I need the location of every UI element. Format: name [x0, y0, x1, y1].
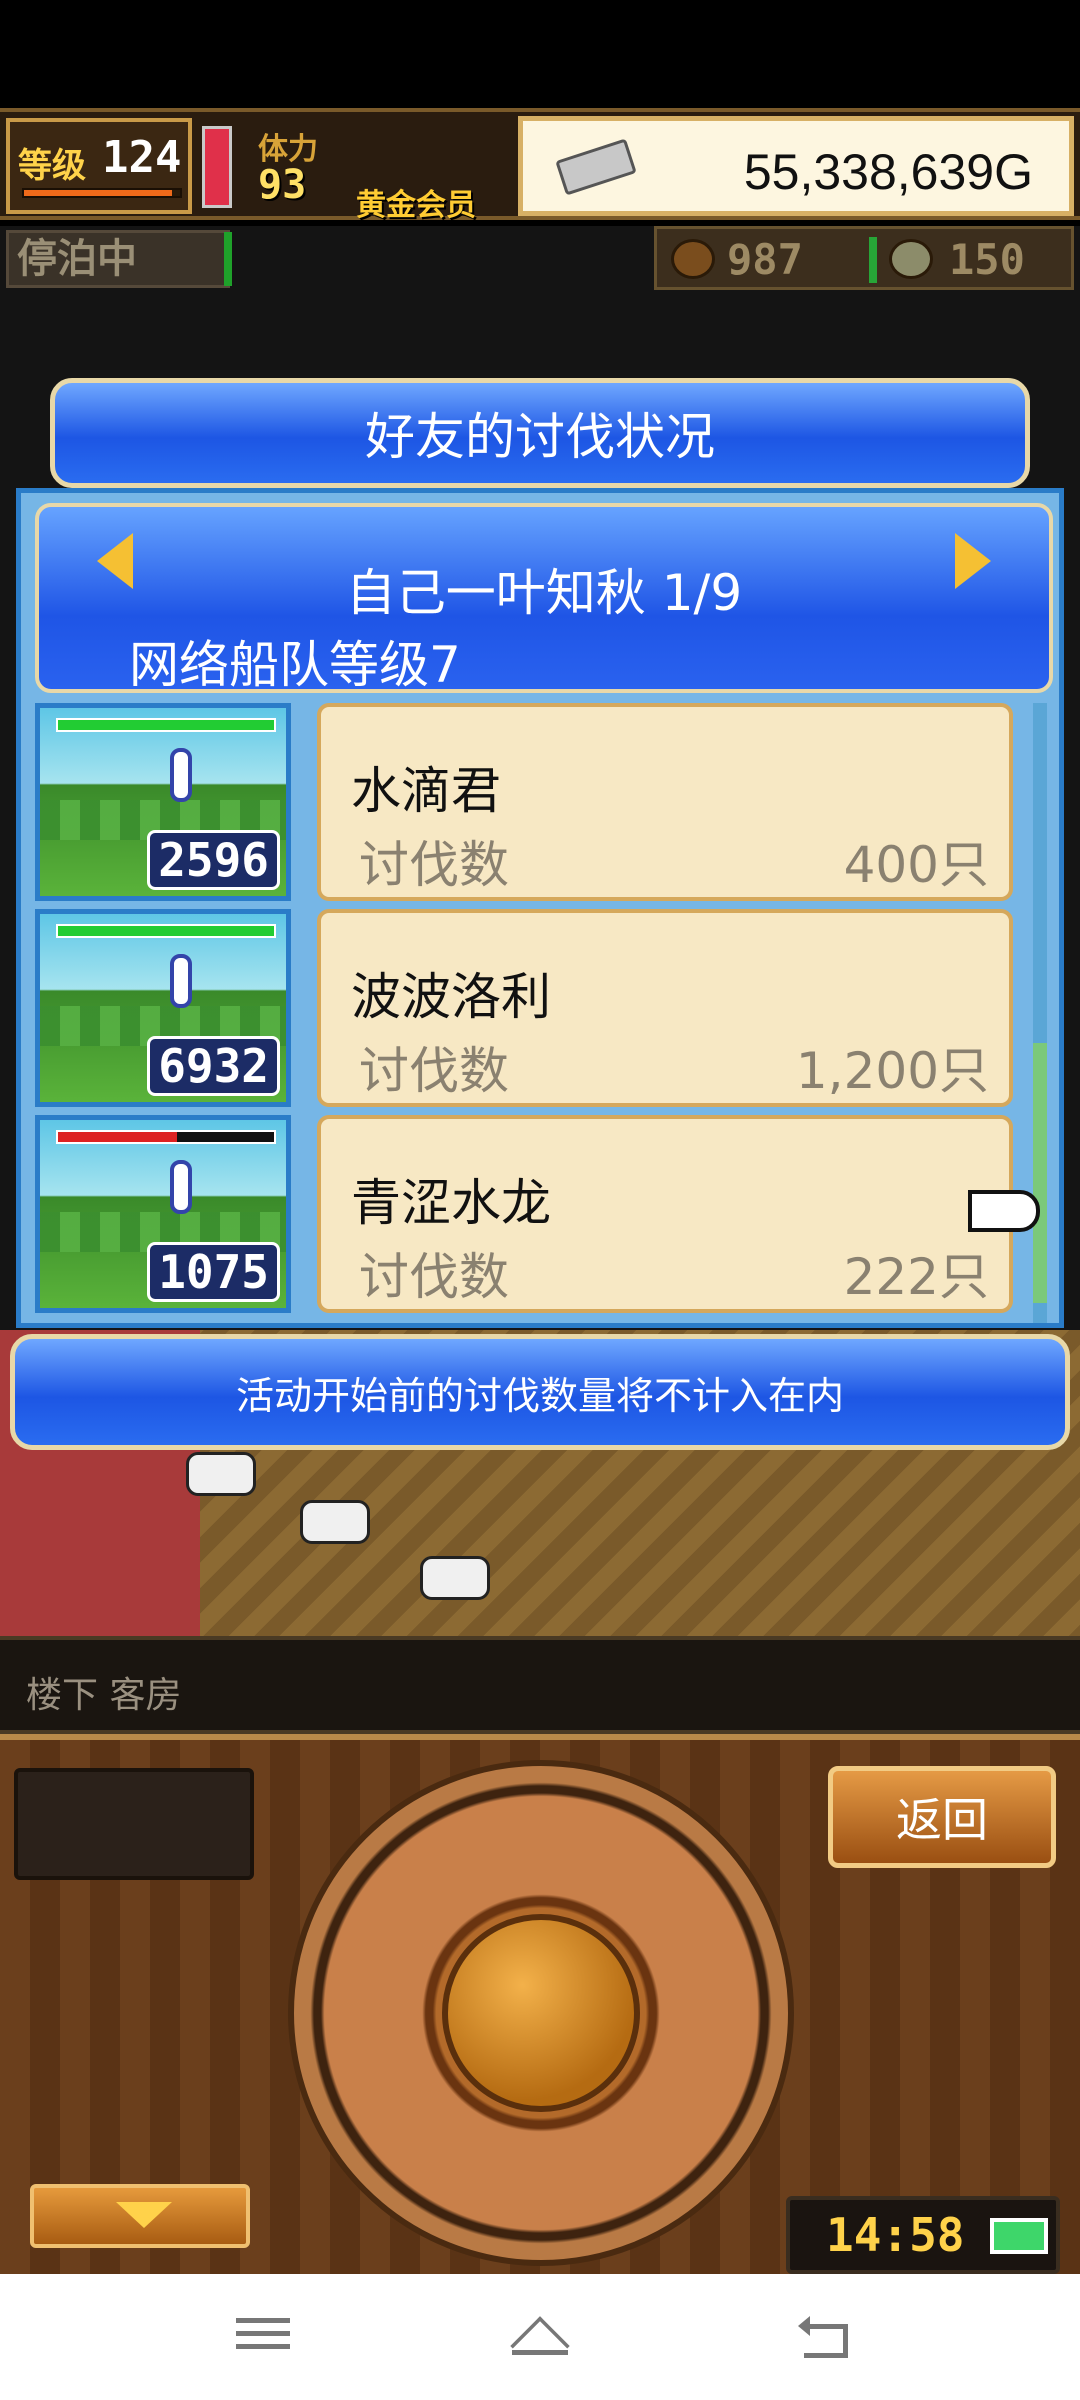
monster-card: 水滴君 讨伐数 400只 — [317, 703, 1013, 901]
dock-row: 停泊中 987 150 — [0, 226, 1080, 296]
list-item[interactable]: 1075 青涩水龙 讨伐数 222只 — [35, 1115, 1025, 1313]
resource-2-value: 150 — [949, 235, 1025, 284]
membership-badge: 黄金会员 — [356, 188, 476, 223]
hp-gauge — [202, 126, 232, 208]
exclamation-icon — [170, 954, 192, 1008]
hunt-status-panel: 自己一叶知秋 1/9 网络船队等级7 2596 水滴君 讨伐数 400只 693… — [16, 488, 1064, 1328]
menu-icon[interactable] — [236, 2310, 306, 2370]
stamina-box: 体力 93 黄金会员 — [244, 118, 512, 223]
menu-down-button[interactable] — [30, 2184, 250, 2248]
friend-name: 自己一叶知秋 1/9 — [345, 564, 743, 622]
monster-list: 2596 水滴君 讨伐数 400只 6932 波波洛利 讨伐数 1,200只 1… — [35, 703, 1025, 1323]
monster-name: 青涩水龙 — [351, 1174, 551, 1232]
monster-thumbnail: 6932 — [35, 909, 291, 1107]
monster-thumbnail: 2596 — [35, 703, 291, 901]
dock-indicator — [224, 232, 232, 286]
monster-count-badge: 2596 — [147, 830, 280, 890]
top-black-bar — [0, 0, 1080, 108]
monster-thumbnail: 1075 — [35, 1115, 291, 1313]
monster-hp-bar — [56, 924, 276, 938]
location-text: 楼下 客房 — [26, 1675, 182, 1716]
kill-count-value: 1,200只 — [795, 1042, 989, 1100]
dialog-title: 好友的讨伐状况 — [365, 408, 715, 466]
dpad-center-button[interactable] — [442, 1914, 640, 2112]
monster-count-badge: 6932 — [147, 1036, 280, 1096]
gold-box: 55,338,639G — [518, 116, 1074, 216]
clock-text: 14:58 — [826, 2208, 965, 2262]
level-value: 124 — [102, 132, 182, 183]
exp-bar-fill — [24, 190, 173, 196]
monster-hp-fill — [58, 1132, 177, 1142]
fleet-level: 网络船队等级7 — [129, 636, 461, 694]
notice-bar: 活动开始前的讨伐数量将不计入在内 — [10, 1334, 1070, 1450]
home-icon[interactable] — [504, 2310, 574, 2376]
kill-count-label: 讨伐数 — [359, 1042, 509, 1100]
cow-sprite — [300, 1500, 370, 1544]
status-hud: 等级 124 体力 93 黄金会员 55,338,639G — [0, 108, 1080, 223]
exp-bar — [22, 188, 182, 198]
monster-card: 青涩水龙 讨伐数 222只 — [317, 1115, 1013, 1313]
monster-hp-bar — [56, 718, 276, 732]
resource-box: 987 150 — [654, 226, 1074, 290]
dpad[interactable] — [288, 1760, 794, 2266]
gold-value: 55,338,639G — [743, 144, 1033, 200]
kill-count-label: 讨伐数 — [359, 836, 509, 894]
monster-hp-fill — [58, 926, 274, 936]
controller-panel: 返回 14:58 — [0, 1734, 1080, 2274]
kill-count-value: 400只 — [843, 836, 989, 894]
coin-icon — [889, 239, 933, 279]
battery-icon — [990, 2218, 1048, 2254]
hand-pointer-icon — [968, 1190, 1040, 1232]
monster-name: 水滴君 — [351, 762, 501, 820]
monster-name: 波波洛利 — [351, 968, 551, 1026]
dock-status: 停泊中 — [6, 230, 230, 288]
exclamation-icon — [170, 748, 192, 802]
kill-count-value: 222只 — [843, 1248, 989, 1306]
silver-ingot-icon — [555, 138, 637, 196]
friend-selector: 自己一叶知秋 1/9 网络船队等级7 — [35, 503, 1053, 694]
list-item[interactable]: 2596 水滴君 讨伐数 400只 — [35, 703, 1025, 901]
monster-count-badge: 1075 — [147, 1242, 280, 1302]
clock-box: 14:58 — [786, 2196, 1060, 2274]
list-scrollbar-thumb[interactable] — [1033, 1043, 1047, 1303]
level-label: 等级 — [18, 146, 86, 186]
list-item[interactable]: 6932 波波洛利 讨伐数 1,200只 — [35, 909, 1025, 1107]
resource-separator — [869, 237, 877, 283]
resource-1-value: 987 — [727, 235, 803, 284]
stamina-value: 93 — [258, 162, 307, 208]
back-icon[interactable] — [794, 2310, 864, 2370]
mini-screen-slot — [14, 1768, 254, 1880]
back-button-label: 返回 — [896, 1793, 988, 1847]
meat-icon — [671, 239, 715, 279]
location-bar: 楼下 客房 — [0, 1636, 1080, 1734]
cow-sprite — [420, 1556, 490, 1600]
cow-sprite — [186, 1452, 256, 1496]
exclamation-icon — [170, 1160, 192, 1214]
monster-hp-fill — [58, 720, 274, 730]
monster-hp-bar — [56, 1130, 276, 1144]
dialog-title-bar: 好友的讨伐状况 — [50, 378, 1030, 488]
system-nav-bar — [0, 2274, 1080, 2400]
level-box: 等级 124 — [6, 118, 192, 214]
kill-count-label: 讨伐数 — [359, 1248, 509, 1306]
chevron-down-icon — [116, 2202, 172, 2228]
notice-text: 活动开始前的讨伐数量将不计入在内 — [235, 1373, 844, 1418]
back-button[interactable]: 返回 — [828, 1766, 1056, 1868]
monster-card: 波波洛利 讨伐数 1,200只 — [317, 909, 1013, 1107]
